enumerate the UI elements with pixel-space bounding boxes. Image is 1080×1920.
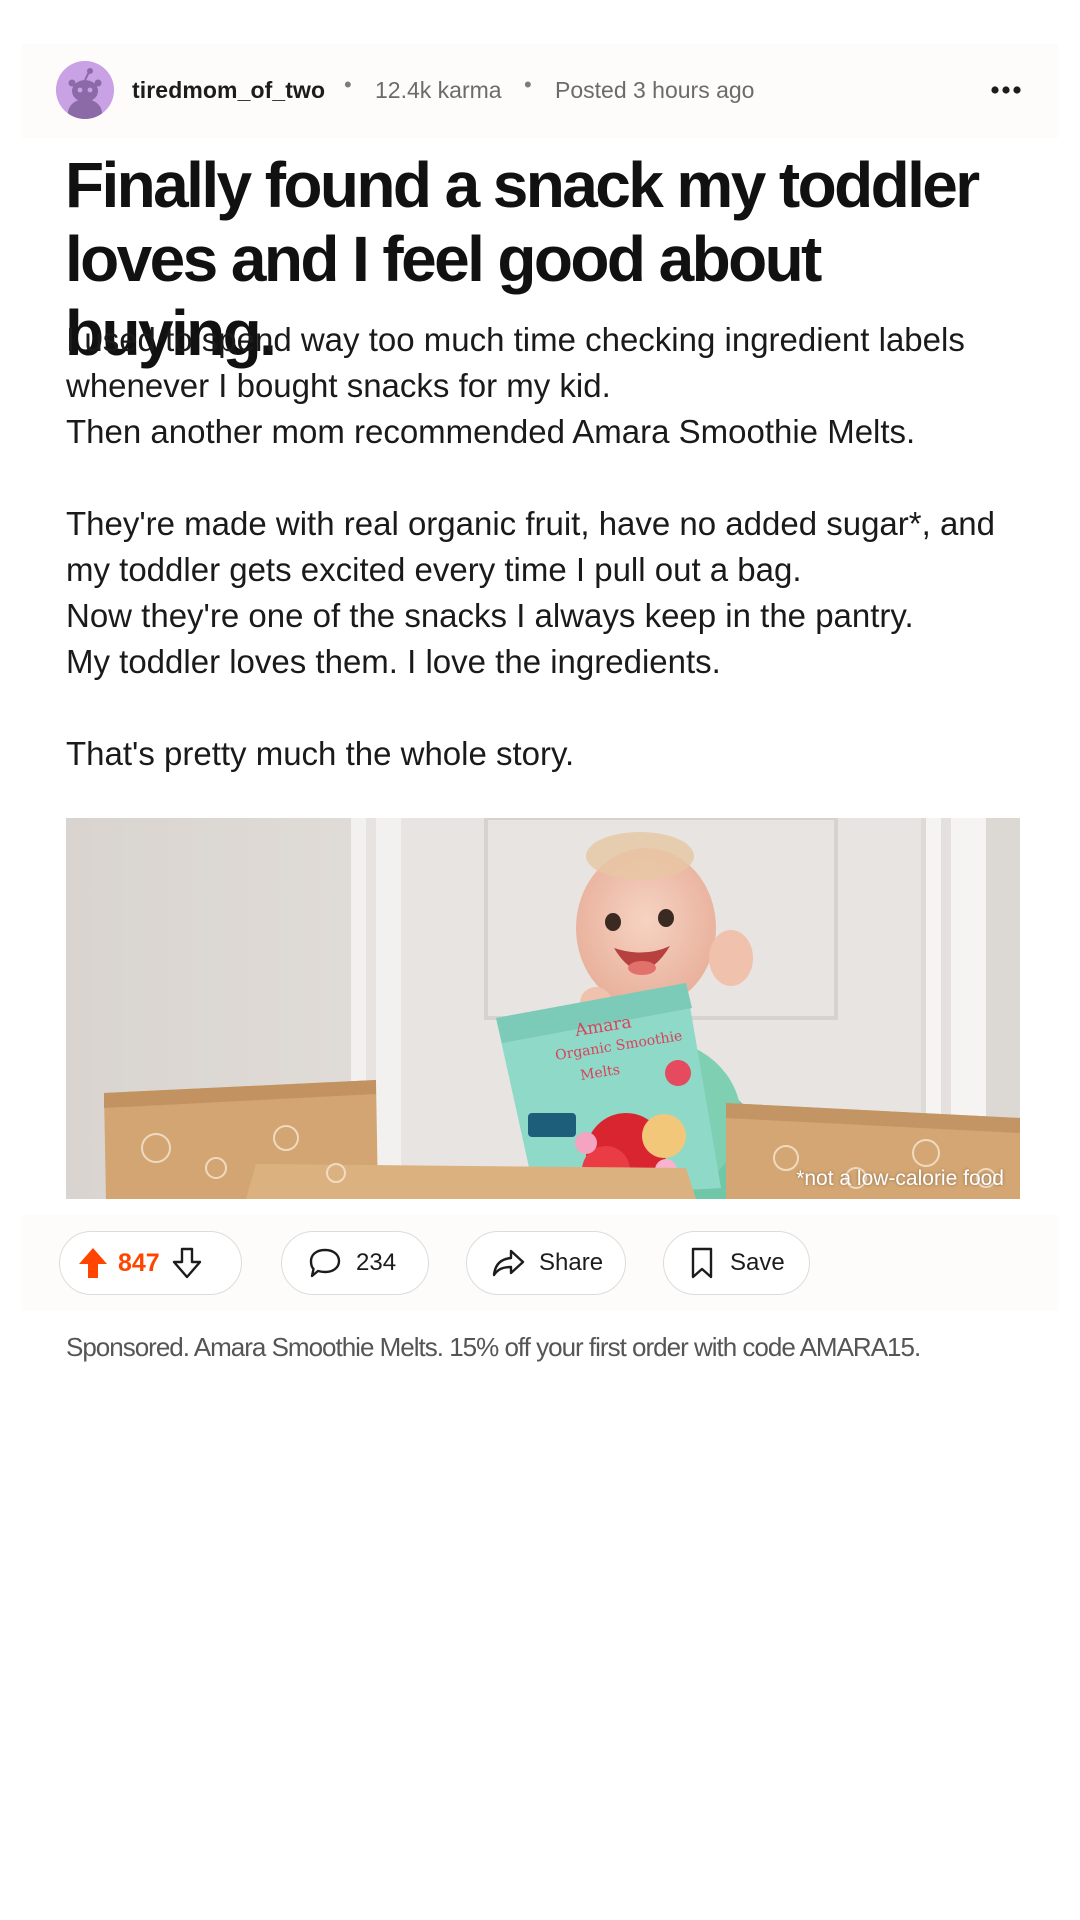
author-name[interactable]: tiredmom_of_two bbox=[132, 77, 325, 104]
post-text-line: whenever I bought snacks for my kid. bbox=[66, 367, 611, 404]
post-header: tiredmom_of_two • 12.4k karma • Posted 3… bbox=[22, 44, 1058, 138]
post-title-line: Finally found a snack my toddler bbox=[65, 149, 980, 221]
meta-separator: • bbox=[344, 72, 352, 97]
image-caption: *not a low-calorie food bbox=[796, 1167, 1004, 1190]
post-body: I used to spend way too much time checki… bbox=[66, 317, 1026, 823]
post-text-line: They're made with real organic fruit, ha… bbox=[66, 505, 996, 542]
post-timestamp: Posted 3 hours ago bbox=[555, 77, 755, 103]
vote-count: 847 bbox=[118, 1248, 160, 1277]
comment-count: 234 bbox=[356, 1249, 397, 1276]
post-text-line: I used to spend way too much time checki… bbox=[66, 321, 965, 358]
post-paragraph: They're made with real organic fruit, ha… bbox=[66, 501, 1026, 685]
post-text-line: That's pretty much the whole story. bbox=[66, 735, 575, 772]
toddler-photo: Amara Organic Smoothie Melts bbox=[66, 818, 1020, 1199]
post-paragraph: That's pretty much the whole story. bbox=[66, 731, 1026, 777]
action-bar: 847 234 Share Save bbox=[22, 1215, 1058, 1311]
post-text-line: Then another mom recommended Amara Smoot… bbox=[66, 413, 916, 450]
save-label: Save bbox=[730, 1249, 785, 1276]
snoo-avatar-icon bbox=[56, 61, 114, 119]
upvote-button[interactable] bbox=[78, 1247, 108, 1279]
comment-icon-wrap bbox=[308, 1247, 342, 1279]
share-label: Share bbox=[539, 1249, 604, 1276]
more-options-button[interactable] bbox=[986, 70, 1026, 110]
author-karma: 12.4k karma bbox=[375, 77, 502, 103]
vote-control: 847 bbox=[59, 1231, 242, 1295]
post-text-line: my toddler gets excited every time I pul… bbox=[66, 551, 802, 588]
avatar[interactable] bbox=[56, 61, 114, 119]
share-arrow-icon bbox=[492, 1249, 525, 1277]
more-horizontal-icon bbox=[991, 86, 1021, 94]
meta-separator: • bbox=[524, 72, 532, 97]
speech-bubble-icon bbox=[309, 1248, 341, 1278]
post-paragraph: I used to spend way too much time checki… bbox=[66, 317, 1026, 455]
downvote-button[interactable] bbox=[172, 1247, 202, 1279]
post-text-line: My toddler loves them. I love the ingred… bbox=[66, 643, 721, 680]
save-icon-wrap bbox=[690, 1247, 714, 1279]
post-text-line: Now they're one of the snacks I always k… bbox=[66, 597, 914, 634]
save-button[interactable]: Save bbox=[663, 1231, 810, 1295]
arrow-up-filled-icon bbox=[79, 1248, 107, 1278]
share-button[interactable]: Share bbox=[466, 1231, 626, 1295]
comments-button[interactable]: 234 bbox=[281, 1231, 429, 1295]
sponsored-disclosure[interactable]: Sponsored. Amara Smoothie Melts. 15% off… bbox=[66, 1332, 921, 1363]
arrow-down-outline-icon bbox=[172, 1247, 201, 1279]
share-icon-wrap bbox=[491, 1248, 525, 1278]
bookmark-icon bbox=[691, 1247, 713, 1279]
post-image[interactable]: Amara Organic Smoothie Melts *not a low-… bbox=[66, 818, 1020, 1199]
